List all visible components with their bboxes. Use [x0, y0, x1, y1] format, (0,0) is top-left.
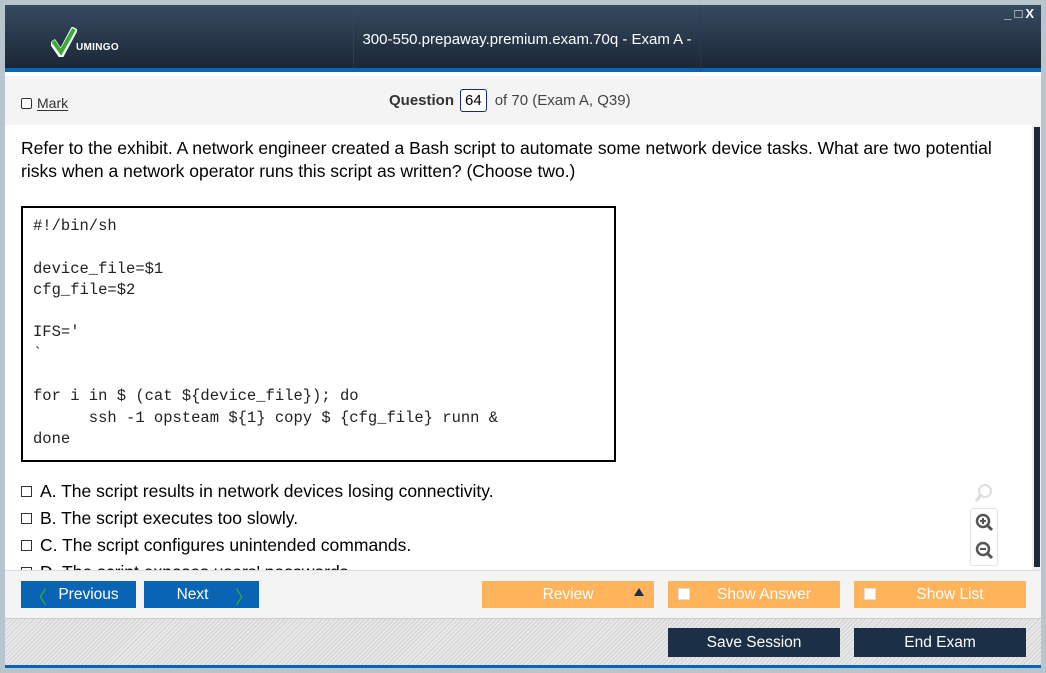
show-list-label: Show List	[916, 585, 984, 603]
previous-button[interactable]: 〈 Previous	[21, 581, 136, 608]
question-text: Refer to the exhibit. A network engineer…	[21, 138, 992, 181]
zoom-out-icon[interactable]	[971, 537, 997, 563]
checkbox-icon[interactable]	[678, 588, 690, 600]
checkbox-icon[interactable]	[864, 588, 876, 600]
question-total: of 70 (Exam A, Q39)	[494, 92, 631, 109]
chevron-right-icon: 〉	[235, 588, 253, 608]
exhibit: #!/bin/sh device_file=$1 cfg_file=$2 IFS…	[21, 206, 616, 462]
option-label: B. The script executes too slowly.	[40, 508, 299, 528]
logo: UMINGO	[51, 27, 119, 57]
zoom-in-icon[interactable]	[971, 509, 997, 535]
navigation-bar: 〈 Previous Next 〉 Review Show Answer Sho…	[5, 570, 1041, 618]
exhibit-code: #!/bin/sh device_file=$1 cfg_file=$2 IFS…	[33, 217, 499, 448]
next-label: Next	[176, 585, 209, 603]
question-number-input[interactable]: 64	[460, 89, 487, 112]
mark-checkbox[interactable]: Mark	[21, 95, 68, 111]
window-title: 300-550.prepaway.premium.exam.70q - Exam…	[353, 5, 701, 118]
zoom-controls	[970, 480, 1000, 566]
chevron-left-icon: 〈	[29, 588, 47, 608]
window-controls: _□X	[1004, 6, 1037, 21]
mark-label: Mark	[37, 95, 69, 111]
logo-text: UMINGO	[76, 42, 119, 53]
search-icon	[970, 480, 996, 506]
bottom-accent-bar	[5, 665, 1041, 668]
content-scrollbar[interactable]	[1032, 125, 1041, 570]
option-b[interactable]: B. The script executes too slowly.	[21, 505, 494, 532]
title-bar: UMINGO 300-550.prepaway.premium.exam.70q…	[5, 5, 1041, 118]
maximize-button[interactable]: □	[1014, 6, 1025, 21]
show-answer-label: Show Answer	[717, 585, 811, 603]
question-label: Question	[389, 92, 455, 109]
answer-options: A. The script results in network devices…	[21, 478, 494, 570]
option-a[interactable]: A. The script results in network devices…	[21, 478, 494, 505]
question-header: Mark Question 64 of 70 (Exam A, Q39)	[5, 76, 1041, 125]
save-session-button[interactable]: Save Session	[668, 628, 840, 657]
footer: Save Session End Exam	[5, 618, 1041, 665]
minimize-button[interactable]: _	[1004, 6, 1014, 21]
checkbox-icon[interactable]	[21, 513, 32, 524]
previous-label: Previous	[58, 585, 119, 603]
checkbox-icon[interactable]	[21, 540, 32, 551]
next-button[interactable]: Next 〉	[144, 581, 259, 608]
app-window: UMINGO 300-550.prepaway.premium.exam.70q…	[5, 5, 1041, 668]
checkbox-icon[interactable]	[21, 486, 32, 497]
option-label: A. The script results in network devices…	[40, 481, 494, 501]
show-list-button[interactable]: Show List	[854, 581, 1026, 608]
review-label: Review	[542, 585, 594, 603]
scrollbar-thumb[interactable]	[1034, 127, 1040, 567]
question-counter: Question 64 of 70 (Exam A, Q39)	[389, 89, 631, 112]
option-d[interactable]: D. The script exposes users' passwords.	[21, 559, 494, 570]
review-button[interactable]: Review	[482, 581, 654, 608]
question-content: Refer to the exhibit. A network engineer…	[5, 125, 1030, 570]
show-answer-button[interactable]: Show Answer	[668, 581, 840, 608]
checkbox-icon[interactable]	[21, 97, 32, 109]
option-c[interactable]: C. The script configures unintended comm…	[21, 532, 494, 559]
end-exam-button[interactable]: End Exam	[854, 628, 1026, 657]
check-logo-icon	[51, 27, 77, 57]
triangle-up-icon	[634, 588, 644, 596]
close-button[interactable]: X	[1025, 6, 1037, 21]
option-label: C. The script configures unintended comm…	[40, 535, 412, 555]
option-label: D. The script exposes users' passwords.	[40, 562, 353, 570]
